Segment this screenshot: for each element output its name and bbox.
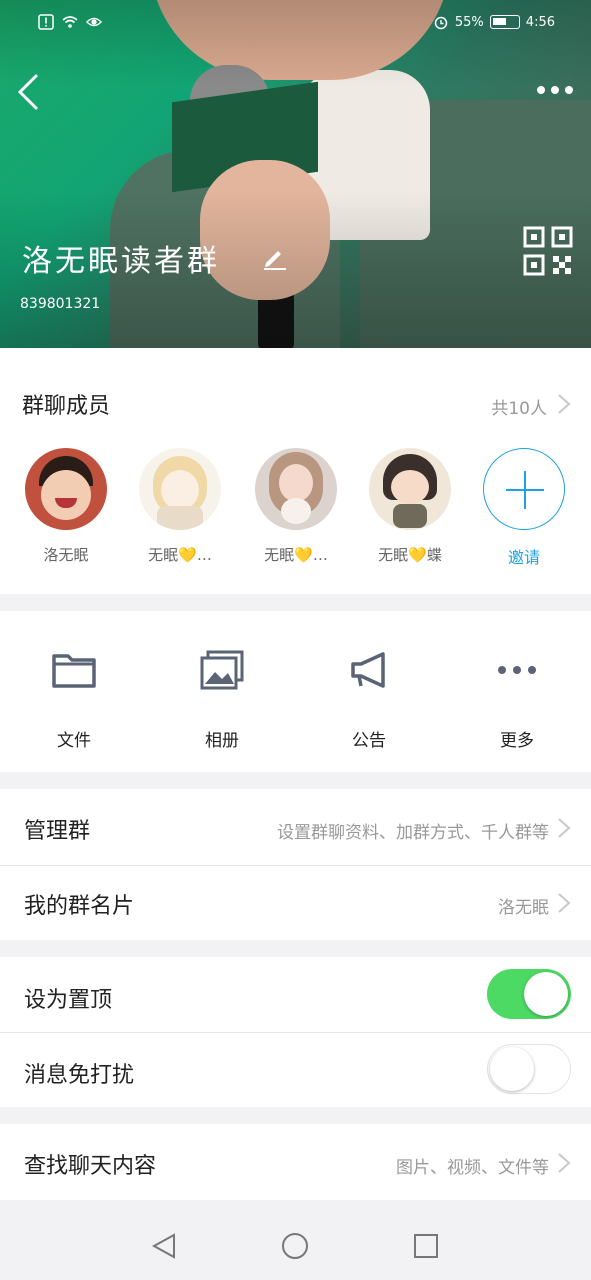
member-name: 洛无眠 [43, 546, 89, 564]
chevron-right-icon [558, 1153, 571, 1173]
search-history-value: 图片、视频、文件等 [396, 1158, 549, 1178]
chevron-left-icon [17, 74, 38, 110]
clock: 4:56 [525, 14, 555, 30]
wifi-icon [62, 16, 78, 28]
edit-pencil-icon[interactable] [260, 243, 288, 271]
nav-recents-icon[interactable] [412, 1232, 440, 1260]
search-history-row[interactable]: 查找聊天内容 图片、视频、文件等 [0, 1124, 591, 1200]
do-not-disturb-label: 消息免打扰 [24, 1063, 135, 1088]
search-history-label: 查找聊天内容 [24, 1154, 157, 1179]
status-bar: 55% 4:56 [0, 8, 591, 40]
dot-icon [537, 86, 545, 94]
invite-button[interactable]: 邀请 [474, 448, 574, 568]
pin-top-label: 设为置顶 [24, 988, 113, 1013]
member-name: 无眠💛… [264, 546, 328, 564]
nav-back-icon[interactable] [150, 1232, 178, 1260]
pin-top-toggle[interactable] [487, 969, 571, 1019]
alarm-icon [434, 16, 448, 30]
more-options-button[interactable] [533, 76, 577, 104]
group-card-value: 洛无眠 [498, 898, 549, 918]
member-name: 无眠💛蝶 [378, 546, 442, 564]
back-button[interactable] [10, 70, 50, 114]
chevron-right-icon [558, 893, 571, 913]
members-count[interactable]: 共10人 [491, 394, 547, 419]
battery-percent: 55% [454, 14, 484, 30]
manage-group-label: 管理群 [24, 819, 91, 844]
avatar [369, 448, 451, 530]
chevron-right-icon [558, 818, 571, 838]
group-card-row[interactable]: 我的群名片 洛无眠 [0, 866, 591, 940]
alert-icon [38, 14, 54, 30]
system-navigation-bar [0, 1212, 591, 1280]
toggle-knob [524, 972, 568, 1016]
album-icon [200, 650, 244, 690]
more-functions-label: 更多 [500, 731, 534, 751]
member-item[interactable]: 无眠💛… [130, 448, 230, 565]
member-name: 无眠💛… [148, 546, 212, 564]
manage-group-row[interactable]: 管理群 设置群聊资料、加群方式、千人群等 [0, 789, 591, 865]
chevron-right-icon [558, 394, 571, 414]
album-label: 相册 [205, 731, 239, 751]
eye-icon [86, 17, 102, 27]
member-item[interactable]: 无眠💛… [246, 448, 346, 565]
avatar [255, 448, 337, 530]
files-button[interactable]: 文件 [14, 650, 134, 751]
dot-icon [551, 86, 559, 94]
do-not-disturb-toggle[interactable] [487, 1044, 571, 1094]
group-id: 839801321 [20, 296, 101, 312]
group-name: 洛无眠读者群 [22, 244, 220, 279]
members-title[interactable]: 群聊成员 [22, 388, 110, 420]
more-dots-icon [498, 666, 536, 674]
manage-group-value: 设置群聊资料、加群方式、千人群等 [277, 823, 549, 843]
avatar [139, 448, 221, 530]
divider [0, 1032, 591, 1033]
announcement-label: 公告 [352, 731, 386, 751]
files-label: 文件 [57, 731, 91, 751]
battery-icon [489, 15, 520, 29]
member-item[interactable]: 洛无眠 [16, 448, 116, 565]
group-card-label: 我的群名片 [24, 894, 135, 919]
dot-icon [565, 86, 573, 94]
plus-icon [483, 448, 565, 530]
member-item[interactable]: 无眠💛蝶 [360, 448, 460, 565]
qr-code-icon[interactable] [523, 226, 573, 276]
folder-icon [52, 654, 96, 688]
more-functions-button[interactable]: 更多 [457, 650, 577, 751]
toggle-knob [490, 1047, 534, 1091]
invite-label: 邀请 [507, 548, 540, 567]
nav-home-icon[interactable] [281, 1232, 309, 1260]
avatar [25, 448, 107, 530]
megaphone-icon [351, 652, 385, 688]
album-button[interactable]: 相册 [162, 650, 282, 751]
announcement-button[interactable]: 公告 [309, 650, 429, 751]
